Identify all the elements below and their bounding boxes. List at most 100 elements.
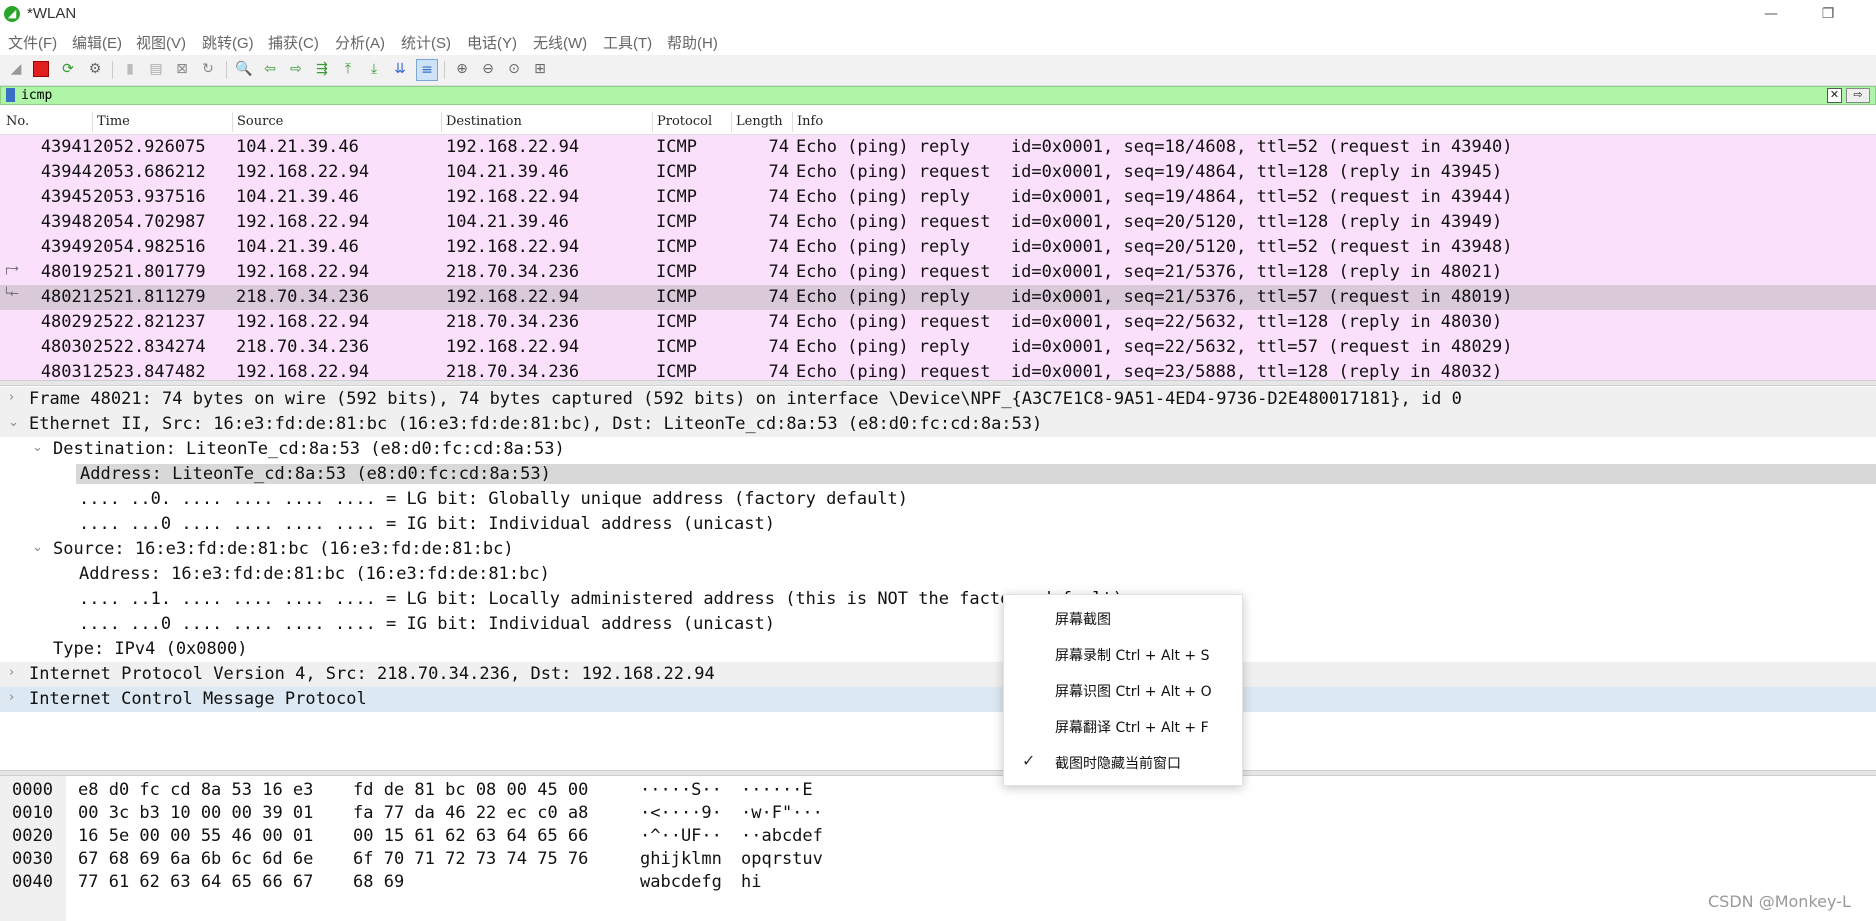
hex-bytes: 77 61 62 63 64 65 66 67 — [78, 872, 314, 892]
find-packet-icon[interactable]: 🔍 — [234, 59, 254, 79]
packet-row[interactable]: 48030 2522.834274 218.70.34.236 192.168.… — [0, 335, 1876, 360]
go-back-icon[interactable]: ⇦ — [260, 59, 280, 79]
stop-capture-icon[interactable] — [31, 59, 51, 79]
packet-row[interactable]: 43945 2053.937516 104.21.39.46 192.168.2… — [0, 185, 1876, 210]
normal-size-icon[interactable]: ⊙ — [504, 59, 524, 79]
menu-capture[interactable]: 捕获(C) — [268, 32, 319, 53]
packet-info: Echo (ping) request id=0x0001, seq=20/51… — [796, 212, 1503, 232]
chevron-right-icon[interactable]: › — [9, 390, 14, 405]
chevron-down-icon[interactable]: ⌄ — [32, 540, 43, 555]
packet-row[interactable]: 43949 2054.982516 104.21.39.46 192.168.2… — [0, 235, 1876, 260]
tree-item-icmp[interactable]: › Internet Control Message Protocol — [0, 687, 1876, 712]
menu-item-hide-window[interactable]: ✓ 截图时隐藏当前窗口 — [1004, 745, 1242, 779]
minimize-button[interactable]: — — [1748, 2, 1794, 26]
packet-source: 192.168.22.94 — [236, 262, 370, 282]
tree-item-eth-source[interactable]: ⌄ Source: 16:e3:fd:de:81:bc (16:e3:fd:de… — [0, 537, 1876, 562]
menu-tools[interactable]: 工具(T) — [603, 32, 652, 53]
column-header-protocol[interactable]: Protocol — [657, 114, 712, 129]
packet-info: Echo (ping) request id=0x0001, seq=21/53… — [796, 262, 1503, 282]
auto-scroll-icon[interactable]: ⇊ — [390, 59, 410, 79]
packet-row[interactable]: ┌→ 48019 2521.801779 192.168.22.94 218.7… — [0, 260, 1876, 285]
start-capture-icon[interactable]: ◢ — [6, 59, 26, 79]
menu-go[interactable]: 跳转(G) — [202, 32, 254, 53]
close-file-icon[interactable]: ⊠ — [172, 59, 192, 79]
column-header-time[interactable]: Time — [97, 114, 130, 129]
reload-file-icon[interactable]: ↻ — [198, 59, 218, 79]
menu-item-screen-translate[interactable]: 屏幕翻译 Ctrl + Alt + F — [1004, 709, 1242, 743]
menu-edit[interactable]: 编辑(E) — [72, 32, 122, 53]
menu-item-screen-record[interactable]: 屏幕录制 Ctrl + Alt + S — [1004, 637, 1242, 671]
tree-item-label: .... ..0. .... .... .... .... = LG bit: … — [79, 489, 909, 509]
tree-item-dst-lg-bit[interactable]: .... ..0. .... .... .... .... = LG bit: … — [0, 487, 1876, 512]
hex-offset: 0030 — [12, 849, 53, 869]
chevron-down-icon[interactable]: ⌄ — [8, 415, 19, 430]
packet-time: 2054.982516 — [93, 237, 206, 257]
tree-item-ipv4[interactable]: › Internet Protocol Version 4, Src: 218.… — [0, 662, 1876, 687]
save-file-icon[interactable]: ▤ — [146, 59, 166, 79]
menu-item-screenshot[interactable]: 屏幕截图 — [1004, 601, 1242, 635]
packet-length: 74 — [768, 237, 789, 257]
menu-wireless[interactable]: 无线(W) — [533, 32, 587, 53]
packet-info: Echo (ping) request id=0x0001, seq=19/48… — [796, 162, 1503, 182]
hex-row[interactable]: 0040 77 61 62 63 64 65 66 67 68 69 wabcd… — [0, 871, 1876, 894]
packet-time: 2053.937516 — [93, 187, 206, 207]
hex-row[interactable]: 0010 00 3c b3 10 00 00 39 01 fa 77 da 46… — [0, 802, 1876, 825]
resize-columns-icon[interactable]: ⊞ — [530, 59, 550, 79]
menu-item-screen-ocr[interactable]: 屏幕识图 Ctrl + Alt + O — [1004, 673, 1242, 707]
colorize-icon[interactable]: ≡ — [416, 59, 438, 81]
restore-button[interactable]: ❐ — [1805, 2, 1851, 26]
last-packet-icon[interactable]: ⤓ — [364, 59, 384, 79]
packet-row-selected[interactable]: └← 48021 2521.811279 218.70.34.236 192.1… — [0, 285, 1876, 310]
menu-file[interactable]: 文件(F) — [8, 32, 57, 53]
tree-item-dst-address-selected[interactable]: Address: LiteonTe_cd:8a:53 (e8:d0:fc:cd:… — [0, 462, 1876, 487]
packet-row[interactable]: 43941 2052.926075 104.21.39.46 192.168.2… — [0, 135, 1876, 160]
column-header-length[interactable]: Length — [736, 114, 783, 129]
menu-statistics[interactable]: 统计(S) — [401, 32, 451, 53]
packet-row[interactable]: 43944 2053.686212 192.168.22.94 104.21.3… — [0, 160, 1876, 185]
capture-options-icon[interactable]: ⚙ — [85, 59, 105, 79]
pane-splitter[interactable] — [0, 380, 1876, 386]
go-to-packet-icon[interactable]: ⇶ — [312, 59, 332, 79]
packet-row[interactable]: 48029 2522.821237 192.168.22.94 218.70.3… — [0, 310, 1876, 335]
display-filter-input[interactable] — [21, 87, 1821, 104]
tree-item-frame[interactable]: › Frame 48021: 74 bytes on wire (592 bit… — [0, 387, 1876, 412]
tree-item-label: Internet Protocol Version 4, Src: 218.70… — [29, 664, 715, 684]
menu-help[interactable]: 帮助(H) — [667, 32, 718, 53]
zoom-in-icon[interactable]: ⊕ — [452, 59, 472, 79]
hex-row[interactable]: 0020 16 5e 00 00 55 46 00 01 00 15 61 62… — [0, 825, 1876, 848]
hex-row[interactable]: 0000 e8 d0 fc cd 8a 53 16 e3 fd de 81 bc… — [0, 779, 1876, 802]
clear-filter-icon[interactable]: ✕ — [1827, 88, 1842, 103]
menu-view[interactable]: 视图(V) — [136, 32, 186, 53]
zoom-out-icon[interactable]: ⊖ — [478, 59, 498, 79]
tree-item-src-address[interactable]: Address: 16:e3:fd:de:81:bc (16:e3:fd:de:… — [0, 562, 1876, 587]
tree-item-eth-type[interactable]: Type: IPv4 (0x0800) — [0, 637, 1876, 662]
restart-capture-icon[interactable]: ⟳ — [58, 59, 78, 79]
tree-item-eth-destination[interactable]: ⌄ Destination: LiteonTe_cd:8a:53 (e8:d0:… — [0, 437, 1876, 462]
tree-item-ethernet[interactable]: ⌄ Ethernet II, Src: 16:e3:fd:de:81:bc (1… — [0, 412, 1876, 437]
chevron-right-icon[interactable]: › — [9, 665, 14, 680]
hex-row[interactable]: 0030 67 68 69 6a 6b 6c 6d 6e 6f 70 71 72… — [0, 848, 1876, 871]
column-header-destination[interactable]: Destination — [446, 114, 522, 129]
bookmark-icon[interactable] — [6, 88, 15, 102]
packet-no: 48019 — [40, 262, 92, 282]
hex-bytes: 00 15 61 62 63 64 65 66 — [353, 826, 589, 846]
tree-item-src-lg-bit[interactable]: .... ..1. .... .... .... .... = LG bit: … — [0, 587, 1876, 612]
packet-row[interactable]: 48031 2523.847482 192.168.22.94 218.70.3… — [0, 360, 1876, 380]
menu-telephony[interactable]: 电话(Y) — [467, 32, 517, 53]
packet-row[interactable]: 43948 2054.702987 192.168.22.94 104.21.3… — [0, 210, 1876, 235]
column-header-info[interactable]: Info — [797, 114, 823, 129]
title-bar: ◢ *WLAN — ❐ — [0, 0, 1876, 27]
column-header-source[interactable]: Source — [237, 114, 283, 129]
tree-item-dst-ig-bit[interactable]: .... ...0 .... .... .... .... = IG bit: … — [0, 512, 1876, 537]
tree-item-src-ig-bit[interactable]: .... ...0 .... .... .... .... = IG bit: … — [0, 612, 1876, 637]
go-forward-icon[interactable]: ⇨ — [286, 59, 306, 79]
first-packet-icon[interactable]: ⤒ — [338, 59, 358, 79]
menu-analyze[interactable]: 分析(A) — [335, 32, 385, 53]
chevron-down-icon[interactable]: ⌄ — [32, 440, 43, 455]
open-file-icon[interactable]: ▮ — [120, 59, 140, 79]
packet-time: 2523.847482 — [93, 362, 206, 380]
apply-filter-icon[interactable]: ⇨ — [1846, 88, 1870, 103]
column-header-no[interactable]: No. — [6, 114, 29, 129]
packet-destination: 104.21.39.46 — [446, 212, 569, 232]
chevron-right-icon[interactable]: › — [9, 690, 14, 705]
